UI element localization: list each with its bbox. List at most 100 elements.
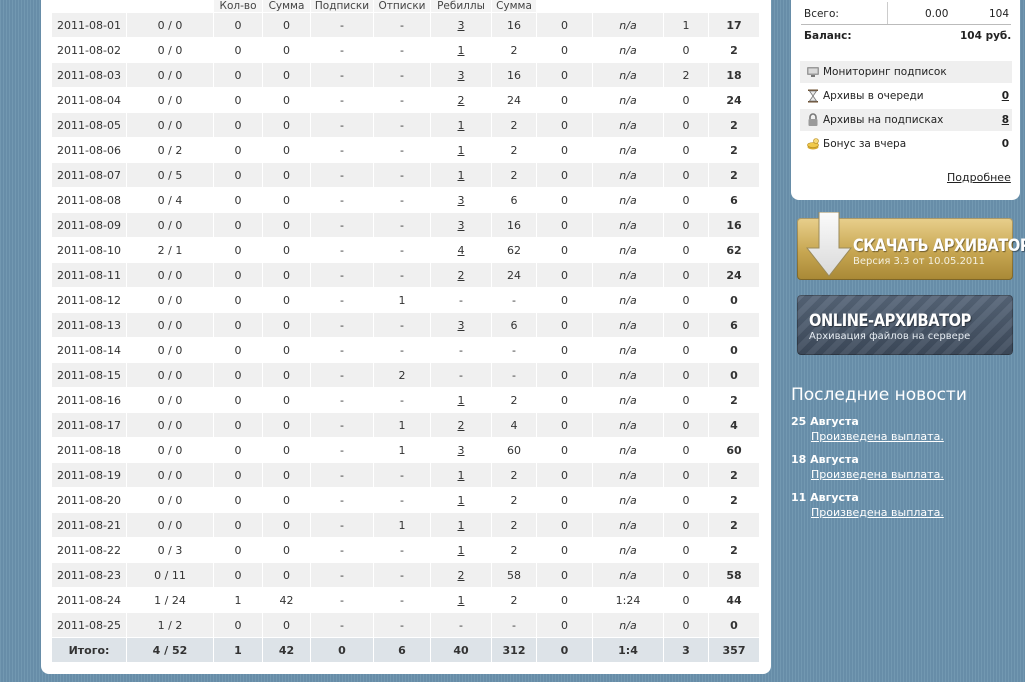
rebills-link[interactable]: 1: [458, 44, 465, 57]
rebills-link[interactable]: 3: [458, 219, 465, 232]
table-cell: 3: [431, 188, 492, 213]
sidebar-item-label: Архивы на подписках: [823, 114, 944, 126]
table-cell: n/a: [593, 563, 664, 588]
table-cell: 0: [664, 263, 709, 288]
table-cell: 0: [537, 113, 593, 138]
table-cell: -: [431, 363, 492, 388]
rebills-link[interactable]: 1: [458, 494, 465, 507]
divider: [801, 24, 1011, 25]
table-cell: 0: [214, 213, 263, 238]
more-details-link[interactable]: Подробнее: [947, 171, 1011, 184]
table-cell: 44: [709, 588, 760, 613]
table-cell: 0: [263, 313, 311, 338]
sidebar-item-lock[interactable]: Архивы на подписках 8: [800, 109, 1012, 131]
table-cell: 0 / 4: [127, 188, 214, 213]
news-link[interactable]: Произведена выплата.: [811, 506, 944, 519]
table-cell: -: [492, 338, 537, 363]
monitor-icon: [806, 65, 820, 79]
table-cell: 2: [709, 488, 760, 513]
rebills-link[interactable]: 1: [458, 119, 465, 132]
table-cell: 2: [492, 138, 537, 163]
rebills-link[interactable]: 1: [458, 519, 465, 532]
table-cell: 0: [664, 413, 709, 438]
table-row: 2011-08-06 0 / 2 0 0- -1 2 0 n/a 0 2: [52, 138, 760, 163]
table-cell: 0: [664, 313, 709, 338]
sidebar-item-value[interactable]: 0: [1002, 90, 1009, 102]
table-cell: 2: [492, 38, 537, 63]
table-cell: 6: [709, 188, 760, 213]
table-cell: n/a: [593, 63, 664, 88]
table-cell: -: [311, 388, 374, 413]
rebills-link[interactable]: 1: [458, 144, 465, 157]
rebills-link[interactable]: 3: [458, 444, 465, 457]
news-link[interactable]: Произведена выплата.: [811, 468, 944, 481]
table-cell: 2011-08-21: [52, 513, 127, 538]
table-cell: 0 / 0: [127, 338, 214, 363]
sidebar-item-hourglass[interactable]: Архивы в очереди 0: [800, 85, 1012, 107]
rebills-link[interactable]: 3: [458, 19, 465, 32]
news-link[interactable]: Произведена выплата.: [811, 430, 944, 443]
sidebar-item-monitor[interactable]: Мониторинг подписок: [800, 61, 1012, 83]
rebills-link[interactable]: 1: [458, 594, 465, 607]
table-cell: -: [311, 238, 374, 263]
table-cell: 62: [492, 238, 537, 263]
rebills-link[interactable]: 3: [458, 319, 465, 332]
rebills-link[interactable]: 1: [458, 469, 465, 482]
rebills-link[interactable]: 3: [458, 194, 465, 207]
table-cell: 0: [664, 238, 709, 263]
column-header: [593, 0, 664, 13]
rebills-link[interactable]: 1: [458, 394, 465, 407]
rebills-link[interactable]: 2: [458, 94, 465, 107]
table-cell: 0 / 0: [127, 513, 214, 538]
column-header: Отписки: [374, 0, 431, 13]
table-cell: 0: [709, 288, 760, 313]
table-cell: -: [311, 288, 374, 313]
table-cell: 0: [664, 513, 709, 538]
column-header: [709, 0, 760, 13]
total-cell: 6: [374, 638, 431, 663]
table-cell: 2: [374, 363, 431, 388]
table-cell: 0: [214, 288, 263, 313]
table-cell: -: [374, 13, 431, 38]
news-date: 25 Августа: [791, 415, 859, 428]
table-cell: 3: [431, 213, 492, 238]
table-cell: n/a: [593, 238, 664, 263]
rebills-link[interactable]: 1: [458, 544, 465, 557]
table-cell: 0: [709, 613, 760, 638]
table-cell: -: [492, 288, 537, 313]
table-cell: 0: [263, 563, 311, 588]
table-cell: 2: [709, 163, 760, 188]
table-cell: 0 / 5: [127, 163, 214, 188]
rebills-link[interactable]: 4: [458, 244, 465, 257]
online-archiver-banner[interactable]: ONLINE-АРХИВАТОР Архивация файлов на сер…: [797, 295, 1013, 355]
table-cell: 0: [214, 388, 263, 413]
table-cell: 0: [537, 63, 593, 88]
download-archiver-banner[interactable]: СКАЧАТЬ АРХИВАТОР Версия 3.3 от 10.05.20…: [797, 212, 1025, 280]
table-cell: 0 / 0: [127, 313, 214, 338]
table-cell: 0: [263, 38, 311, 63]
rebills-link[interactable]: 1: [458, 169, 465, 182]
table-cell: 16: [492, 13, 537, 38]
table-cell: -: [374, 188, 431, 213]
rebills-link[interactable]: 2: [458, 419, 465, 432]
table-cell: 0: [537, 363, 593, 388]
table-cell: 0: [214, 538, 263, 563]
table-cell: n/a: [593, 413, 664, 438]
table-cell: 0: [664, 613, 709, 638]
total-cell: 0: [311, 638, 374, 663]
sidebar-item-coins[interactable]: Бонус за вчера 0: [800, 133, 1012, 155]
table-cell: 0: [214, 488, 263, 513]
table-cell: 3: [431, 313, 492, 338]
rebills-link[interactable]: 2: [458, 269, 465, 282]
table-cell: n/a: [593, 288, 664, 313]
table-row: 2011-08-07 0 / 5 0 0- -1 2 0 n/a 0 2: [52, 163, 760, 188]
rebills-link[interactable]: 3: [458, 69, 465, 82]
table-cell: -: [311, 213, 374, 238]
sidebar-item-value[interactable]: 8: [1002, 114, 1009, 126]
table-cell: 0 / 0: [127, 213, 214, 238]
table-cell: n/a: [593, 513, 664, 538]
rebills-link[interactable]: 2: [458, 569, 465, 582]
table-cell: 0: [263, 338, 311, 363]
table-cell: 0: [664, 213, 709, 238]
table-cell: 2011-08-25: [52, 613, 127, 638]
